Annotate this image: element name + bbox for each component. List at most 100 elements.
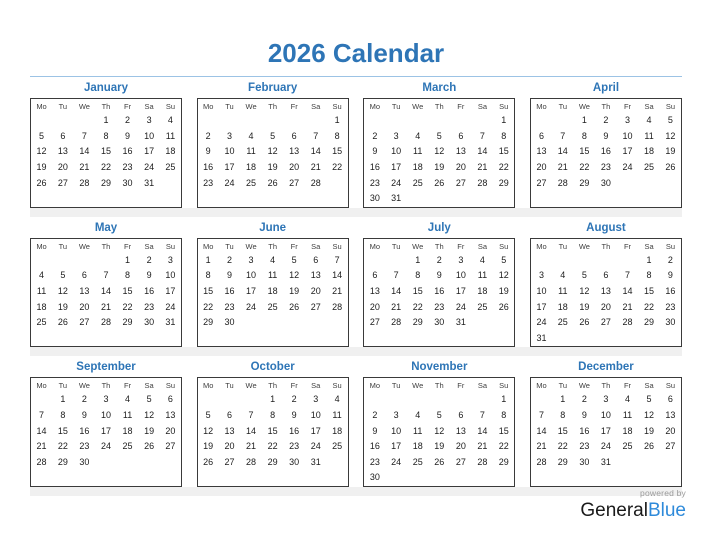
day-cell[interactable]: 8	[638, 268, 660, 284]
day-cell[interactable]: 19	[429, 439, 451, 455]
day-cell[interactable]: 3	[385, 408, 407, 424]
day-cell[interactable]: 19	[31, 160, 53, 176]
day-cell[interactable]: 21	[385, 299, 407, 315]
day-cell[interactable]: 1	[52, 392, 74, 408]
day-cell[interactable]: 22	[327, 160, 349, 176]
day-cell[interactable]: 25	[552, 315, 574, 331]
day-cell[interactable]: 31	[450, 315, 472, 331]
day-cell[interactable]: 19	[660, 144, 682, 160]
day-cell[interactable]: 12	[574, 284, 596, 300]
day-cell[interactable]: 25	[117, 439, 139, 455]
day-cell[interactable]: 8	[552, 408, 574, 424]
day-cell[interactable]: 11	[472, 268, 494, 284]
day-cell[interactable]: 13	[660, 408, 682, 424]
day-cell[interactable]: 21	[617, 299, 639, 315]
day-cell[interactable]: 16	[138, 284, 160, 300]
day-cell[interactable]: 22	[574, 160, 596, 176]
day-cell[interactable]: 2	[117, 113, 139, 129]
day-cell[interactable]: 10	[160, 268, 182, 284]
day-cell[interactable]: 22	[493, 160, 515, 176]
day-cell[interactable]: 1	[262, 392, 284, 408]
day-cell[interactable]: 4	[638, 113, 660, 129]
day-cell[interactable]: 6	[52, 129, 74, 145]
day-cell[interactable]: 22	[552, 439, 574, 455]
day-cell[interactable]: 6	[283, 129, 305, 145]
day-cell[interactable]: 19	[262, 160, 284, 176]
day-cell[interactable]: 9	[74, 408, 96, 424]
day-cell[interactable]: 8	[52, 408, 74, 424]
day-cell[interactable]: 30	[660, 315, 682, 331]
day-cell[interactable]: 13	[160, 408, 182, 424]
day-cell[interactable]: 14	[327, 268, 349, 284]
day-cell[interactable]: 9	[138, 268, 160, 284]
day-cell[interactable]: 27	[595, 315, 617, 331]
day-cell[interactable]: 18	[160, 144, 182, 160]
day-cell[interactable]: 6	[450, 408, 472, 424]
day-cell[interactable]: 18	[472, 284, 494, 300]
day-cell[interactable]: 5	[262, 129, 284, 145]
day-cell[interactable]: 10	[219, 144, 241, 160]
day-cell[interactable]: 15	[262, 423, 284, 439]
day-cell[interactable]: 7	[31, 408, 53, 424]
day-cell[interactable]: 24	[530, 315, 552, 331]
day-cell[interactable]: 18	[117, 423, 139, 439]
day-cell[interactable]: 3	[240, 253, 262, 269]
day-cell[interactable]: 23	[364, 175, 386, 191]
day-cell[interactable]: 15	[493, 423, 515, 439]
day-cell[interactable]: 13	[450, 144, 472, 160]
day-cell[interactable]: 29	[197, 315, 219, 331]
day-cell[interactable]: 7	[74, 129, 96, 145]
day-cell[interactable]: 3	[95, 392, 117, 408]
day-cell[interactable]: 7	[552, 129, 574, 145]
day-cell[interactable]: 25	[407, 175, 429, 191]
day-cell[interactable]: 13	[530, 144, 552, 160]
day-cell[interactable]: 13	[364, 284, 386, 300]
day-cell[interactable]: 9	[283, 408, 305, 424]
day-cell[interactable]: 20	[74, 299, 96, 315]
day-cell[interactable]: 17	[617, 144, 639, 160]
day-cell[interactable]: 7	[327, 253, 349, 269]
day-cell[interactable]: 12	[283, 268, 305, 284]
day-cell[interactable]: 9	[574, 408, 596, 424]
day-cell[interactable]: 13	[450, 423, 472, 439]
day-cell[interactable]: 2	[364, 129, 386, 145]
day-cell[interactable]: 18	[407, 439, 429, 455]
day-cell[interactable]: 20	[219, 439, 241, 455]
generalblue-logo[interactable]: GeneralBlue	[580, 500, 686, 522]
day-cell[interactable]: 28	[385, 315, 407, 331]
day-cell[interactable]: 13	[52, 144, 74, 160]
day-cell[interactable]: 14	[530, 423, 552, 439]
day-cell[interactable]: 1	[638, 253, 660, 269]
day-cell[interactable]: 8	[95, 129, 117, 145]
day-cell[interactable]: 25	[31, 315, 53, 331]
day-cell[interactable]: 9	[595, 129, 617, 145]
day-cell[interactable]: 14	[240, 423, 262, 439]
day-cell[interactable]: 7	[385, 268, 407, 284]
day-cell[interactable]: 17	[160, 284, 182, 300]
day-cell[interactable]: 28	[530, 455, 552, 471]
day-cell[interactable]: 28	[31, 455, 53, 471]
day-cell[interactable]: 23	[117, 160, 139, 176]
day-cell[interactable]: 29	[407, 315, 429, 331]
day-cell[interactable]: 25	[327, 439, 349, 455]
day-cell[interactable]: 14	[617, 284, 639, 300]
day-cell[interactable]: 15	[52, 423, 74, 439]
day-cell[interactable]: 20	[305, 284, 327, 300]
day-cell[interactable]: 13	[595, 284, 617, 300]
day-cell[interactable]: 18	[617, 423, 639, 439]
day-cell[interactable]: 15	[327, 144, 349, 160]
day-cell[interactable]: 8	[262, 408, 284, 424]
day-cell[interactable]: 26	[429, 455, 451, 471]
day-cell[interactable]: 4	[160, 113, 182, 129]
day-cell[interactable]: 20	[450, 439, 472, 455]
day-cell[interactable]: 30	[117, 175, 139, 191]
day-cell[interactable]: 17	[450, 284, 472, 300]
day-cell[interactable]: 20	[52, 160, 74, 176]
day-cell[interactable]: 2	[660, 253, 682, 269]
day-cell[interactable]: 30	[74, 455, 96, 471]
day-cell[interactable]: 20	[530, 160, 552, 176]
day-cell[interactable]: 21	[305, 160, 327, 176]
day-cell[interactable]: 6	[595, 268, 617, 284]
day-cell[interactable]: 24	[240, 299, 262, 315]
day-cell[interactable]: 30	[364, 191, 386, 207]
